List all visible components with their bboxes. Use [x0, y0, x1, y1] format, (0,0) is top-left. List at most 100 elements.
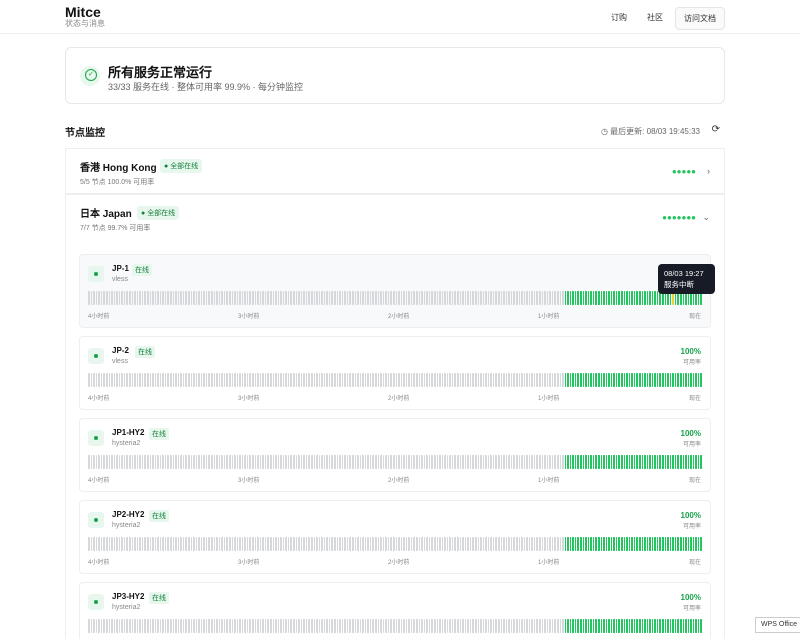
- uptime-segment[interactable]: [469, 373, 472, 387]
- uptime-segment[interactable]: [290, 291, 292, 305]
- uptime-segment[interactable]: [610, 455, 613, 469]
- uptime-segment[interactable]: [464, 619, 467, 633]
- uptime-segment[interactable]: [136, 373, 139, 387]
- uptime-segment[interactable]: [275, 291, 277, 305]
- uptime-segment[interactable]: [482, 619, 485, 633]
- uptime-segment[interactable]: [280, 373, 282, 387]
- uptime-segment[interactable]: [636, 455, 638, 469]
- uptime-segment[interactable]: [482, 455, 485, 469]
- uptime-segment[interactable]: [633, 291, 636, 305]
- uptime-segment[interactable]: [203, 291, 205, 305]
- uptime-segment[interactable]: [505, 291, 508, 305]
- uptime-segment[interactable]: [485, 455, 487, 469]
- uptime-segment[interactable]: [239, 537, 241, 551]
- uptime-segment[interactable]: [423, 291, 426, 305]
- uptime-segment[interactable]: [613, 291, 615, 305]
- uptime-segment[interactable]: [349, 537, 351, 551]
- uptime-segment[interactable]: [200, 537, 203, 551]
- uptime-segment[interactable]: [157, 373, 159, 387]
- uptime-segment[interactable]: [295, 373, 298, 387]
- uptime-segment[interactable]: [321, 373, 323, 387]
- uptime-segment[interactable]: [618, 619, 620, 633]
- uptime-segment[interactable]: [295, 537, 298, 551]
- uptime-segment[interactable]: [651, 291, 654, 305]
- uptime-segment[interactable]: [177, 291, 180, 305]
- uptime-segment[interactable]: [293, 455, 295, 469]
- uptime-segment[interactable]: [228, 373, 231, 387]
- uptime-segment[interactable]: [144, 373, 146, 387]
- uptime-segment[interactable]: [180, 455, 182, 469]
- uptime-segment[interactable]: [444, 455, 446, 469]
- uptime-segment[interactable]: [300, 291, 303, 305]
- uptime-segment[interactable]: [252, 373, 254, 387]
- uptime-segment[interactable]: [439, 619, 441, 633]
- uptime-segment[interactable]: [515, 373, 518, 387]
- uptime-segment[interactable]: [608, 537, 610, 551]
- uptime-segment[interactable]: [236, 619, 239, 633]
- uptime-segment[interactable]: [549, 537, 551, 551]
- uptime-segment[interactable]: [503, 619, 505, 633]
- uptime-segment[interactable]: [351, 619, 354, 633]
- uptime-segment[interactable]: [485, 373, 487, 387]
- uptime-segment[interactable]: [562, 619, 564, 633]
- uptime-segment[interactable]: [341, 537, 344, 551]
- uptime-segment[interactable]: [221, 291, 223, 305]
- uptime-segment[interactable]: [590, 619, 592, 633]
- uptime-segment[interactable]: [310, 619, 313, 633]
- uptime-segment[interactable]: [146, 291, 149, 305]
- uptime-segment[interactable]: [359, 619, 362, 633]
- uptime-segment[interactable]: [349, 291, 351, 305]
- uptime-segment[interactable]: [267, 619, 269, 633]
- uptime-segment[interactable]: [574, 291, 577, 305]
- uptime-segment[interactable]: [234, 537, 236, 551]
- uptime-segment[interactable]: [510, 455, 513, 469]
- uptime-segment[interactable]: [318, 373, 321, 387]
- uptime-segment[interactable]: [195, 455, 198, 469]
- uptime-segment[interactable]: [90, 455, 93, 469]
- taskbar-wps-office[interactable]: WPS Office: [755, 617, 800, 633]
- uptime-segment[interactable]: [474, 537, 477, 551]
- uptime-segment[interactable]: [395, 455, 398, 469]
- uptime-segment[interactable]: [677, 537, 679, 551]
- uptime-segment[interactable]: [451, 373, 454, 387]
- uptime-segment[interactable]: [649, 537, 651, 551]
- uptime-segment[interactable]: [272, 373, 275, 387]
- uptime-segment[interactable]: [508, 291, 510, 305]
- uptime-segment[interactable]: [103, 619, 105, 633]
- uptime-segment[interactable]: [564, 619, 567, 633]
- uptime-segment[interactable]: [441, 537, 444, 551]
- uptime-segment[interactable]: [551, 537, 554, 551]
- uptime-segment[interactable]: [700, 537, 702, 551]
- uptime-segment[interactable]: [367, 537, 369, 551]
- uptime-segment[interactable]: [439, 291, 441, 305]
- uptime-segment[interactable]: [285, 373, 287, 387]
- uptime-segment[interactable]: [410, 373, 413, 387]
- uptime-segment[interactable]: [172, 619, 175, 633]
- uptime-segment[interactable]: [318, 291, 321, 305]
- uptime-segment[interactable]: [244, 291, 246, 305]
- uptime-segment[interactable]: [521, 455, 523, 469]
- uptime-segment[interactable]: [446, 619, 449, 633]
- uptime-segment[interactable]: [195, 537, 198, 551]
- uptime-segment[interactable]: [567, 619, 569, 633]
- uptime-segment[interactable]: [385, 455, 387, 469]
- uptime-segment[interactable]: [262, 455, 264, 469]
- uptime-segment[interactable]: [531, 537, 533, 551]
- uptime-segment[interactable]: [226, 373, 228, 387]
- uptime-segment[interactable]: [223, 373, 226, 387]
- uptime-segment[interactable]: [500, 455, 503, 469]
- uptime-segment[interactable]: [405, 619, 408, 633]
- uptime-segment[interactable]: [641, 373, 644, 387]
- uptime-segment[interactable]: [205, 455, 208, 469]
- uptime-segment[interactable]: [664, 373, 667, 387]
- node-card[interactable]: JP2-HY2 在线 hysteria2 100% 可用率 4小时前 3小时前 2小时前 1小时…: [79, 500, 711, 574]
- uptime-segment[interactable]: [595, 537, 597, 551]
- uptime-segment[interactable]: [554, 537, 556, 551]
- uptime-segment[interactable]: [290, 537, 292, 551]
- uptime-segment[interactable]: [559, 373, 562, 387]
- node-card[interactable]: JP-1 在线 vless 4小时前 3小时前 2小时前 1小时前 现在: [79, 254, 711, 328]
- uptime-segment[interactable]: [351, 537, 354, 551]
- uptime-segment[interactable]: [357, 291, 359, 305]
- uptime-segment[interactable]: [387, 455, 390, 469]
- uptime-segment[interactable]: [551, 291, 554, 305]
